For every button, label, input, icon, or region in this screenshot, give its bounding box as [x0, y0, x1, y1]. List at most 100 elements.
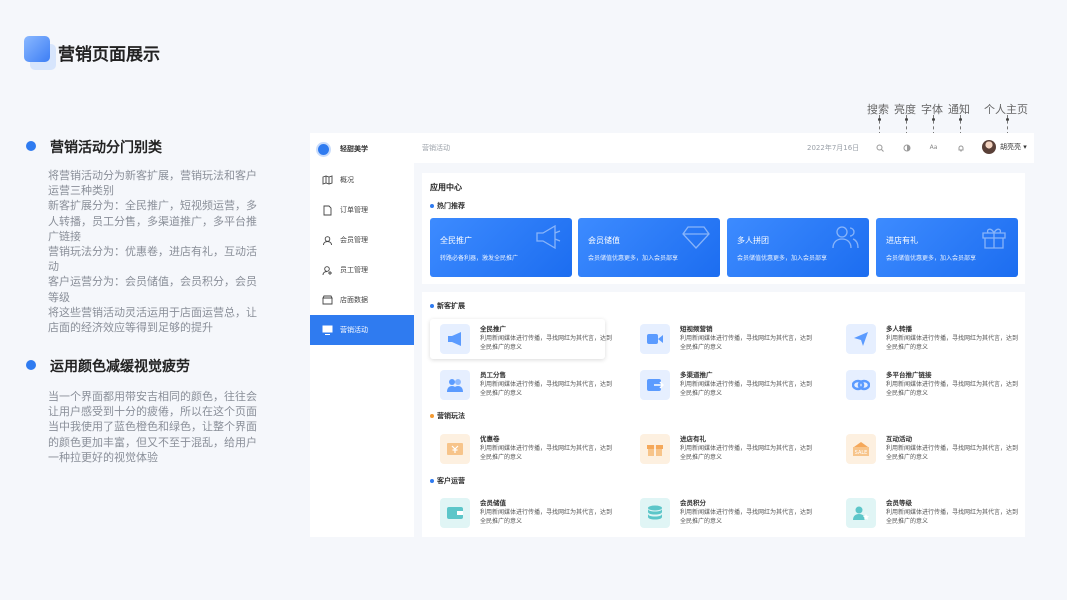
link-icon — [846, 370, 876, 400]
gift-icon — [982, 228, 1006, 249]
megaphone-icon — [440, 324, 470, 354]
group-title-new-customer: 新客扩展 — [430, 301, 465, 311]
item-card[interactable]: 全民推广 利用新闻媒体进行传播，寻找网红为其代言，达到全民推广的意义 — [430, 319, 612, 359]
channel-icon — [640, 370, 670, 400]
group-title-customer-ops: 客户运营 — [430, 476, 465, 486]
staff-group-icon — [440, 370, 470, 400]
hot-card-title: 多人拼团 — [737, 236, 769, 245]
sidebar-item-members[interactable]: 会员管理 — [310, 225, 414, 255]
group-icon — [832, 226, 859, 249]
panel-title: 应用中心 — [430, 183, 462, 192]
item-title: 进店有礼 — [680, 435, 706, 443]
annotation-line — [1007, 115, 1008, 135]
brightness-icon[interactable] — [902, 143, 911, 152]
brand-logo-icon — [316, 141, 331, 157]
item-title: 会员等级 — [886, 499, 912, 507]
item-card[interactable]: 多平台推广链接 利用新闻媒体进行传播，寻找网红为其代言，达到全民推广的意义 — [836, 365, 1018, 405]
hot-card-desc: 转路必备利器，激发全民推广 — [440, 255, 519, 262]
section-bullet — [26, 141, 36, 151]
user-name: 胡亮亮 ▾ — [1000, 143, 1027, 151]
sidebar-item-marketing[interactable]: 营销活动 — [310, 315, 414, 345]
staff-icon — [322, 265, 333, 276]
font-icon[interactable]: Aa — [929, 143, 938, 152]
sidebar-item-overview[interactable]: 概况 — [310, 165, 414, 195]
item-desc: 利用新闻媒体进行传播，寻找网红为其代言，达到全民推广的意义 — [886, 335, 1019, 351]
title-decoration-icon — [24, 36, 50, 62]
marketing-items-panel: 新客扩展 营销玩法 客户运营 全民推广 利用新闻媒体进行传播，寻找网红为其代言，… — [422, 292, 1025, 537]
date-text: 2022年7月16日 — [807, 144, 860, 152]
document-icon — [322, 205, 333, 216]
item-card[interactable]: 优惠卷 利用新闻媒体进行传播，寻找网红为其代言，达到全民推广的意义 — [430, 429, 612, 469]
sidebar-item-store-data[interactable]: 店面数据 — [310, 285, 414, 315]
map-icon — [322, 175, 333, 186]
item-card[interactable]: 进店有礼 利用新闻媒体进行传播，寻找网红为其代言，达到全民推广的意义 — [630, 429, 812, 469]
item-card[interactable]: 短视频营销 利用新闻媒体进行传播，寻找网红为其代言，达到全民推广的意义 — [630, 319, 812, 359]
sidebar: 轻甜美学 概况 订单管理 会员管理 员工管理 店面数据 营销活动 — [310, 133, 414, 537]
item-desc: 利用新闻媒体进行传播，寻找网红为其代言，达到全民推广的意义 — [886, 445, 1019, 461]
item-desc: 利用新闻媒体进行传播，寻找网红为其代言，达到全民推广的意义 — [480, 509, 613, 525]
item-card[interactable]: 会员储值 利用新闻媒体进行传播，寻找网红为其代言，达到全民推广的意义 — [430, 493, 612, 533]
hot-card[interactable]: 全民推广 转路必备利器，激发全民推广 — [430, 218, 572, 277]
hot-card-desc: 会员储值优惠更多，加入会员部享 — [588, 255, 679, 262]
item-title: 多渠道推广 — [680, 371, 713, 379]
wallet-icon — [440, 498, 470, 528]
sidebar-item-label: 员工管理 — [340, 266, 368, 274]
sidebar-item-staff[interactable]: 员工管理 — [310, 255, 414, 285]
search-icon[interactable] — [875, 143, 884, 152]
notification-icon[interactable] — [956, 143, 965, 152]
hot-card[interactable]: 进店有礼 会员储值优惠更多，加入会员部享 — [876, 218, 1018, 277]
section-bullet — [26, 360, 36, 370]
item-title: 会员积分 — [680, 499, 706, 507]
user-profile[interactable]: 胡亮亮 ▾ — [982, 140, 1027, 154]
breadcrumb: 营销活动 — [422, 144, 450, 152]
section-title: 运用颜色减缓视觉疲劳 — [50, 359, 190, 375]
app-center-panel: 应用中心 热门推荐 全民推广 转路必备利器，激发全民推广 会员储值 会员储值优惠… — [422, 173, 1025, 284]
item-desc: 利用新闻媒体进行传播，寻找网红为其代言，达到全民推广的意义 — [680, 509, 813, 525]
item-desc: 利用新闻媒体进行传播，寻找网红为其代言，达到全民推广的意义 — [680, 381, 813, 397]
hot-card[interactable]: 会员储值 会员储值优惠更多，加入会员部享 — [578, 218, 720, 277]
item-title: 会员储值 — [480, 499, 506, 507]
annotation-line — [906, 115, 907, 135]
section-text: 当一个界面都用带安吉相同的颜色，往往会 让用户感受到十分的疲倦，所以在这个页面 … — [48, 390, 257, 464]
hot-card[interactable]: 多人拼团 会员储值优惠更多，加入会员部享 — [727, 218, 869, 277]
item-desc: 利用新闻媒体进行传播，寻找网红为其代言，达到全民推广的意义 — [680, 445, 813, 461]
hot-section-title: 热门推荐 — [430, 201, 465, 211]
annotation-notify: 通知 — [948, 103, 970, 116]
section-text: 将营销活动分为新客扩展，营销玩法和客户 运营三种类别 新客扩展分为：全民推广，短… — [48, 169, 257, 335]
section-title: 营销活动分门别类 — [50, 140, 162, 156]
hot-card-title: 全民推广 — [440, 236, 472, 245]
annotation-line — [879, 115, 880, 135]
sale-icon: SALE — [846, 434, 876, 464]
store-icon — [322, 295, 333, 306]
group-title-gameplay: 营销玩法 — [430, 411, 465, 421]
annotation-search: 搜索 — [867, 103, 889, 116]
hot-card-title: 会员储值 — [588, 236, 620, 245]
item-card[interactable]: 会员积分 利用新闻媒体进行传播，寻找网红为其代言，达到全民推广的意义 — [630, 493, 812, 533]
item-desc: 利用新闻媒体进行传播，寻找网红为其代言，达到全民推广的意义 — [886, 509, 1019, 525]
item-title: 全民推广 — [480, 325, 506, 333]
item-card[interactable]: SALE 互动活动 利用新闻媒体进行传播，寻找网红为其代言，达到全民推广的意义 — [836, 429, 1018, 469]
item-card[interactable]: 员工分售 利用新闻媒体进行传播，寻找网红为其代言，达到全民推广的意义 — [430, 365, 612, 405]
sidebar-item-label: 会员管理 — [340, 236, 368, 244]
item-card[interactable]: 多人转播 利用新闻媒体进行传播，寻找网红为其代言，达到全民推广的意义 — [836, 319, 1018, 359]
brand-name: 轻甜美学 — [340, 145, 368, 153]
item-desc: 利用新闻媒体进行传播，寻找网红为其代言，达到全民推广的意义 — [480, 381, 613, 397]
video-icon — [640, 324, 670, 354]
sidebar-item-orders[interactable]: 订单管理 — [310, 195, 414, 225]
item-desc: 利用新闻媒体进行传播，寻找网红为其代言，达到全民推广的意义 — [480, 445, 613, 461]
item-title: 短视频营销 — [680, 325, 713, 333]
annotation-brightness: 亮度 — [894, 103, 916, 116]
item-card[interactable]: 多渠道推广 利用新闻媒体进行传播，寻找网红为其代言，达到全民推广的意义 — [630, 365, 812, 405]
item-title: 员工分售 — [480, 371, 506, 379]
topbar: 营销活动 2022年7月16日 Aa 胡亮亮 ▾ — [414, 133, 1034, 163]
svg-text:SALE: SALE — [855, 450, 868, 456]
item-desc: 利用新闻媒体进行传播，寻找网红为其代言，达到全民推广的意义 — [680, 335, 813, 351]
send-icon — [846, 324, 876, 354]
hot-card-desc: 会员储值优惠更多，加入会员部享 — [886, 255, 977, 262]
hot-card-desc: 会员储值优惠更多，加入会员部享 — [737, 255, 828, 262]
sidebar-item-label: 营销活动 — [340, 326, 368, 334]
item-title: 多平台推广链接 — [886, 371, 932, 379]
megaphone-icon — [536, 224, 561, 250]
item-desc: 利用新闻媒体进行传播，寻找网红为其代言，达到全民推广的意义 — [886, 381, 1019, 397]
item-card[interactable]: 会员等级 利用新闻媒体进行传播，寻找网红为其代言，达到全民推广的意义 — [836, 493, 1018, 533]
